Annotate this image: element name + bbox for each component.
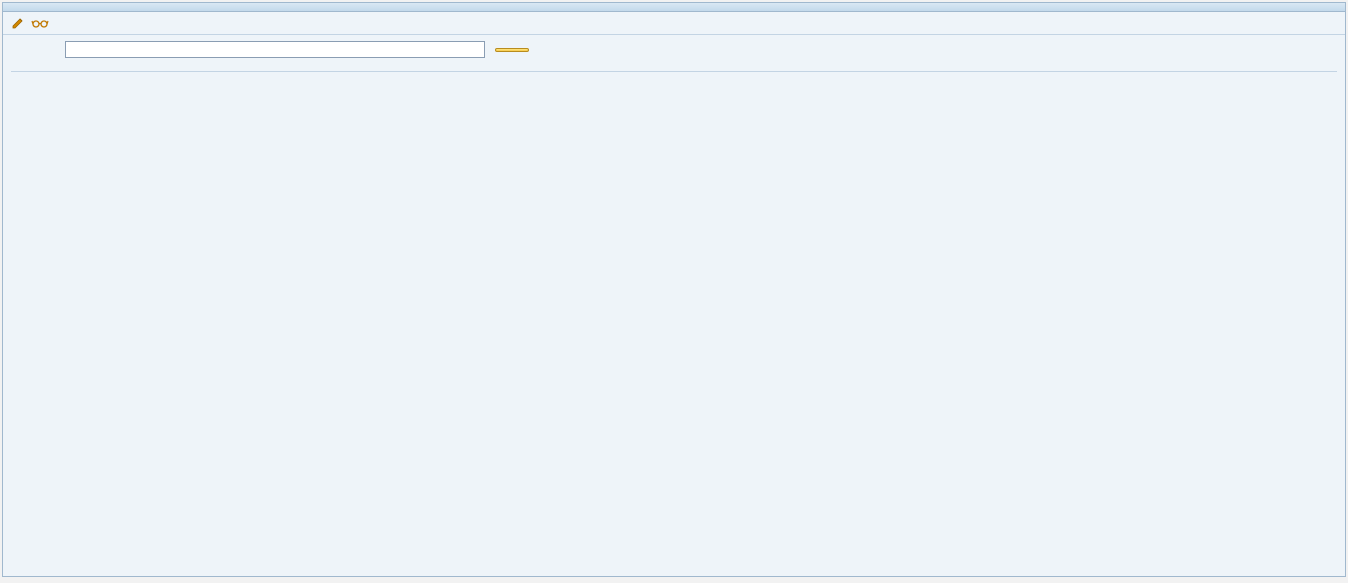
stack-button[interactable]: [495, 48, 529, 52]
glasses-icon[interactable]: [31, 16, 49, 30]
title-bar: [3, 3, 1345, 12]
column-headers: [3, 62, 1345, 67]
footer-separator: [11, 71, 1337, 72]
app-window: [2, 2, 1346, 577]
command-input[interactable]: [65, 41, 485, 58]
toolbar: [3, 12, 1345, 35]
edit-icon[interactable]: [11, 16, 25, 30]
command-row: [3, 35, 1345, 62]
